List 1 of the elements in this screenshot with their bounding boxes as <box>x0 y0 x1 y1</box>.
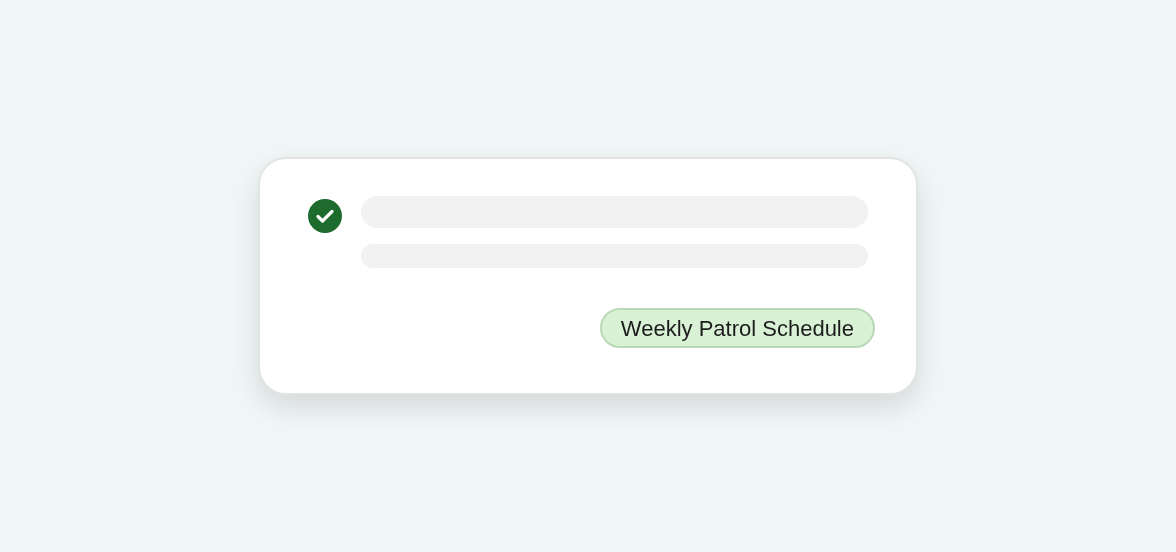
tag: Weekly Patrol Schedule <box>599 308 875 348</box>
